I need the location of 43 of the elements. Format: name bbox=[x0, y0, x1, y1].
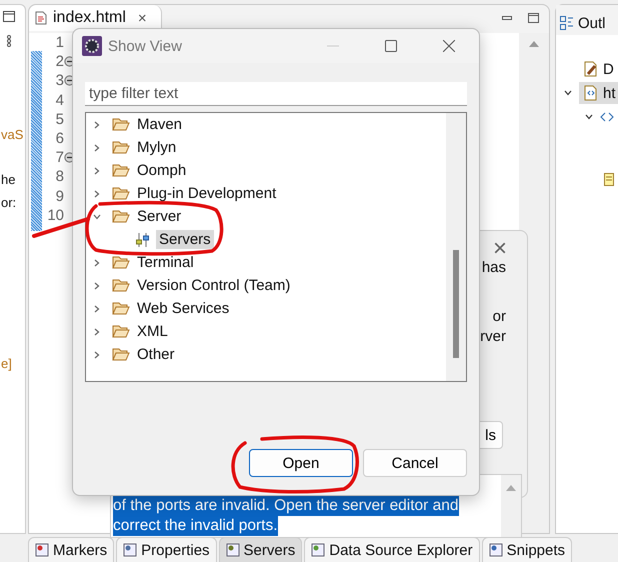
line-number: 3 bbox=[54, 72, 64, 90]
line-number: 4 bbox=[54, 92, 64, 109]
line-number: 8 bbox=[54, 168, 64, 186]
tree-item[interactable]: XML bbox=[134, 322, 171, 341]
tree-item[interactable]: Other bbox=[134, 345, 178, 364]
tree-item[interactable]: Version Control (Team) bbox=[134, 276, 294, 295]
tab-label: index.html bbox=[53, 9, 126, 27]
line-number: 10 bbox=[46, 206, 64, 224]
selected-text: correct the invalid ports. bbox=[113, 516, 278, 536]
tree-item[interactable]: Plug-in Development bbox=[134, 184, 280, 203]
line-number: 5 bbox=[54, 110, 64, 128]
outline-item[interactable]: D bbox=[579, 58, 618, 80]
tree-item[interactable]: Server bbox=[134, 207, 184, 226]
view-tab[interactable]: Properties bbox=[116, 537, 217, 562]
tree-item[interactable]: Web Services bbox=[134, 299, 232, 318]
code-text: or: bbox=[1, 194, 16, 211]
dialog-button[interactable]: Cancel bbox=[363, 449, 467, 477]
dialog-button[interactable]: Open bbox=[249, 449, 353, 477]
dialog-text: or bbox=[492, 307, 506, 327]
outline-item[interactable]: ht bbox=[579, 82, 618, 104]
line-number: 9 bbox=[54, 188, 64, 205]
tree-item[interactable]: Oomph bbox=[134, 161, 190, 180]
tree-item[interactable]: Mylyn bbox=[134, 138, 180, 157]
line-number: 7 bbox=[54, 149, 64, 166]
tree-item[interactable]: Maven bbox=[134, 115, 186, 134]
line-number: 2 bbox=[54, 53, 64, 70]
view-tab[interactable]: Markers bbox=[28, 537, 114, 562]
line-number: 1 bbox=[54, 34, 64, 52]
editor-tab[interactable]: index.html × bbox=[29, 5, 162, 31]
dialog-text: rver bbox=[480, 327, 506, 347]
view-tab[interactable]: Servers bbox=[218, 537, 302, 562]
window-title: Show View bbox=[108, 38, 182, 54]
tree-item[interactable]: Servers bbox=[156, 230, 214, 249]
line-number: 6 bbox=[54, 130, 64, 148]
code-text: e] bbox=[1, 355, 12, 372]
view-tab[interactable]: Snippets bbox=[482, 537, 572, 562]
view-tab[interactable]: Data Source Explorer bbox=[304, 537, 480, 562]
tree-item[interactable]: Terminal bbox=[134, 253, 197, 272]
selected-text: of the ports are invalid. Open the server editor and bbox=[113, 496, 459, 516]
filter-field[interactable]: type filter text bbox=[85, 82, 467, 106]
code-text: he bbox=[1, 171, 16, 188]
close-button[interactable]: × bbox=[138, 10, 147, 26]
code-text: vaS bbox=[1, 126, 24, 143]
